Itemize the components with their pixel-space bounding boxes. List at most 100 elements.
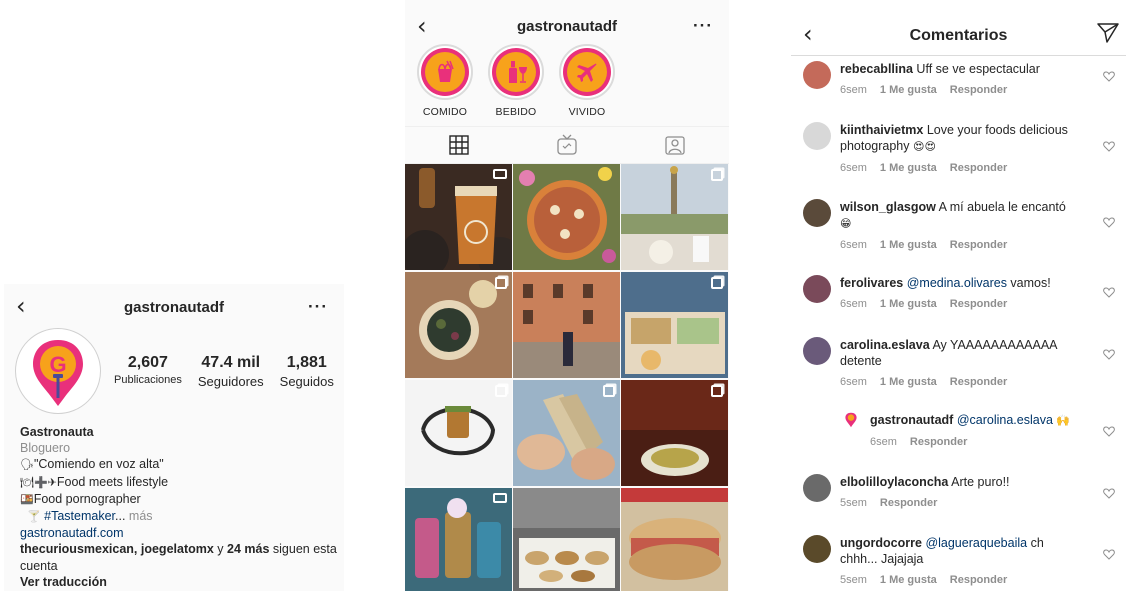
post-tile[interactable] <box>621 272 728 378</box>
gastronauta-pin-logo[interactable] <box>843 412 859 428</box>
reply-button[interactable]: Responder <box>950 84 1007 96</box>
profile-tabbar <box>405 126 729 164</box>
comment-body: ferolivares @medina.olivares vamos! 6sem… <box>840 275 1080 312</box>
reply-button[interactable]: Responder <box>910 436 967 448</box>
post-tile[interactable] <box>513 488 620 591</box>
multiple-badge-icon <box>495 277 507 289</box>
bio-more-link[interactable]: más <box>125 509 153 523</box>
post-tile[interactable] <box>405 380 512 486</box>
highlight-vivido[interactable]: VIVIDO <box>556 44 618 118</box>
heart-icon[interactable] <box>1103 287 1115 298</box>
avatar[interactable] <box>803 535 831 563</box>
profile-username: gastronautadf <box>123 299 224 316</box>
post-photo-piazza <box>513 272 620 378</box>
reply-button[interactable]: Responder <box>950 376 1007 388</box>
comment-username[interactable]: elbolilloylaconcha <box>840 475 948 489</box>
bio-line-3: 🍱Food pornographer <box>20 491 141 506</box>
profile-header: ‹ gastronautadf ··· <box>4 284 344 328</box>
stat-label: Seguidos <box>279 374 334 389</box>
heart-icon[interactable] <box>1103 488 1115 499</box>
multiple-badge-icon <box>495 385 507 397</box>
stat-followers[interactable]: 47.4 mil Seguidores <box>198 354 264 389</box>
post-tile[interactable] <box>405 164 512 270</box>
comment-meta: 6sem 1 Me gusta Responder <box>840 296 1080 312</box>
comment-likes[interactable]: 1 Me gusta <box>880 239 937 251</box>
cocktail-icon: 🍸 <box>26 510 41 524</box>
post-tile[interactable] <box>621 488 728 591</box>
reply-button[interactable]: Responder <box>950 298 1007 310</box>
followed-by[interactable]: thecuriousmexican, joegelatomx y 24 más … <box>20 541 340 573</box>
grid-panel: ‹ gastronautadf ··· COMIDO BEBIDO VIVIDO <box>405 0 729 591</box>
tab-grid[interactable] <box>446 133 472 157</box>
comment-likes[interactable]: 1 Me gusta <box>880 298 937 310</box>
heart-icon[interactable] <box>1103 549 1115 560</box>
comment-body: elbolilloylaconcha Arte puro!! 5sem Respo… <box>840 474 1080 511</box>
comment-meta: 6sem 1 Me gusta Responder <box>840 374 1080 390</box>
avatar[interactable] <box>803 337 831 365</box>
post-tile[interactable] <box>405 272 512 378</box>
heart-icon[interactable] <box>1103 426 1115 437</box>
comment-likes[interactable]: 1 Me gusta <box>880 574 937 586</box>
reply-button[interactable]: Responder <box>950 574 1007 586</box>
comment-username[interactable]: wilson_glasgow <box>840 200 936 214</box>
comment-age: 6sem <box>840 376 867 388</box>
comment-mention[interactable]: @lagueraquebaila <box>925 536 1027 550</box>
speaking-head-icon: 🗣 <box>20 458 34 472</box>
more-dots-icon[interactable]: ··· <box>308 297 328 317</box>
stat-label: Seguidores <box>197 374 264 389</box>
send-paper-plane-icon[interactable] <box>1096 22 1120 44</box>
tab-tagged[interactable] <box>662 133 688 157</box>
comment-meta: 6sem 1 Me gusta Responder <box>840 237 1080 253</box>
tab-igtv[interactable] <box>554 133 580 157</box>
multiple-badge-icon <box>711 277 723 289</box>
comments-header: ‹ Comentarios <box>791 8 1126 56</box>
heart-icon[interactable] <box>1103 349 1115 360</box>
reply-button[interactable]: Responder <box>950 162 1007 174</box>
more-dots-icon[interactable]: ··· <box>693 16 713 36</box>
heart-eyes-emoji-icon: 😍😍 <box>913 140 936 153</box>
reply-button[interactable]: Responder <box>950 239 1007 251</box>
avatar[interactable] <box>803 474 831 502</box>
comment-username[interactable]: gastronautadf <box>870 413 953 427</box>
highlight-bebido[interactable]: BEBIDO <box>485 44 547 118</box>
see-translation-link[interactable]: Ver traducción <box>20 574 340 590</box>
post-tile[interactable] <box>513 272 620 378</box>
comment-meta: 6sem 1 Me gusta Responder <box>840 160 1080 176</box>
post-tile[interactable] <box>621 380 728 486</box>
post-tile[interactable] <box>513 380 620 486</box>
comment-username[interactable]: carolina.eslava <box>840 338 930 352</box>
highlight-label: COMIDO <box>422 106 468 118</box>
comment-username[interactable]: kiinthaivietmx <box>840 123 923 137</box>
comment-age: 5sem <box>840 497 867 509</box>
comments-panel: ‹ Comentarios rebecabllina Uff se ve esp… <box>791 8 1126 591</box>
avatar[interactable] <box>803 275 831 303</box>
bio-hashtag[interactable]: #Tastemaker <box>44 509 115 523</box>
video-badge-icon <box>493 493 507 503</box>
comment-mention[interactable]: @medina.olivares <box>907 276 1007 290</box>
comment-username[interactable]: rebecabllina <box>840 62 913 76</box>
stat-posts[interactable]: 2,607 Publicaciones <box>114 354 182 389</box>
comment-likes[interactable]: 1 Me gusta <box>880 84 937 96</box>
stat-following[interactable]: 1,881 Seguidos <box>280 354 334 389</box>
comment-username[interactable]: ferolivares <box>840 276 903 290</box>
post-tile[interactable] <box>405 488 512 591</box>
comment-likes[interactable]: 1 Me gusta <box>880 162 937 174</box>
heart-icon[interactable] <box>1103 71 1115 82</box>
comment-username[interactable]: ungordocorre <box>840 536 922 550</box>
post-tile[interactable] <box>513 164 620 270</box>
profile-website-link[interactable]: gastronautadf.com <box>20 525 340 541</box>
avatar[interactable] <box>803 122 831 150</box>
comment-likes[interactable]: 1 Me gusta <box>880 376 937 388</box>
comment-age: 6sem <box>840 162 867 174</box>
post-tile[interactable] <box>621 164 728 270</box>
heart-icon[interactable] <box>1103 141 1115 152</box>
reply-button[interactable]: Responder <box>880 497 937 509</box>
avatar[interactable] <box>803 199 831 227</box>
heart-icon[interactable] <box>1103 217 1115 228</box>
comment-mention[interactable]: @carolina.eslava <box>957 413 1053 427</box>
avatar[interactable] <box>803 61 831 89</box>
highlight-comido[interactable]: COMIDO <box>414 44 476 118</box>
highlight-label: VIVIDO <box>568 106 606 118</box>
profile-avatar[interactable]: G <box>15 328 101 414</box>
plus-icon: ➕ <box>33 475 48 489</box>
